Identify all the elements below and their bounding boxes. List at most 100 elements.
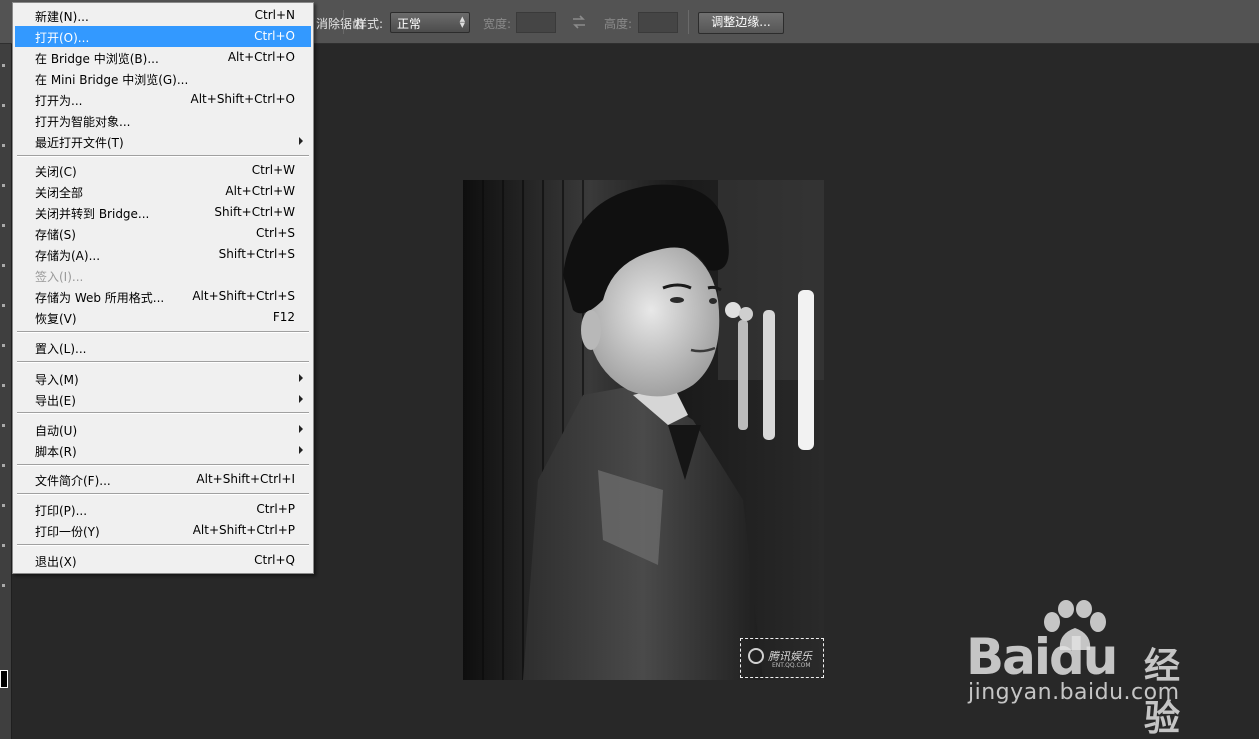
baidu-logo-right: du (1049, 628, 1118, 686)
tool-icon[interactable] (2, 184, 5, 187)
menu-separator (17, 155, 309, 157)
menu-item-save-for-web[interactable]: 存储为 Web 所用格式... Alt+Shift+Ctrl+S (15, 286, 311, 307)
menu-item-shortcut: Alt+Ctrl+W (225, 184, 295, 198)
tool-icon[interactable] (2, 504, 5, 507)
menu-separator (17, 544, 309, 546)
menu-item-new[interactable]: 新建(N)... Ctrl+N (15, 5, 311, 26)
menu-item-label: 在 Bridge 中浏览(B)... (35, 52, 159, 66)
menu-item-scripts[interactable]: 脚本(R) (15, 440, 311, 461)
submenu-arrow-icon (299, 395, 303, 403)
menu-item-shortcut: Alt+Shift+Ctrl+I (196, 472, 295, 486)
jingyan-url: jingyan.baidu.com (968, 680, 1180, 705)
menu-item-shortcut: Ctrl+Q (254, 553, 295, 567)
menu-item-save[interactable]: 存储(S) Ctrl+S (15, 223, 311, 244)
refine-edge-button[interactable]: 调整边缘... (698, 12, 784, 34)
menu-item-close[interactable]: 关闭(C) Ctrl+W (15, 160, 311, 181)
menu-item-place[interactable]: 置入(L)... (15, 337, 311, 358)
menu-item-recent-files[interactable]: 最近打开文件(T) (15, 131, 311, 152)
menu-item-open-smart-object[interactable]: 打开为智能对象... (15, 110, 311, 131)
menu-item-shortcut: Ctrl+W (251, 163, 295, 177)
menu-item-open[interactable]: 打开(O)... Ctrl+O (15, 26, 311, 47)
menu-item-label: 关闭并转到 Bridge... (35, 207, 150, 221)
menu-item-label: 自动(U) (35, 424, 78, 438)
menu-item-shortcut: Shift+Ctrl+S (218, 247, 295, 261)
menu-item-shortcut: Alt+Shift+Ctrl+S (192, 289, 295, 303)
tool-icon[interactable] (2, 344, 5, 347)
photo-watermark-url: ENT.QQ.COM (772, 662, 811, 669)
baidu-logo: Baidu (966, 628, 1118, 686)
tools-panel (0, 44, 12, 739)
tool-icon[interactable] (2, 224, 5, 227)
menu-item-shortcut: Ctrl+O (254, 29, 295, 43)
submenu-arrow-icon (299, 425, 303, 433)
menu-separator (17, 412, 309, 414)
tool-icon[interactable] (2, 544, 5, 547)
menu-item-label: 置入(L)... (35, 342, 87, 356)
menu-item-import[interactable]: 导入(M) (15, 368, 311, 389)
width-input[interactable] (516, 12, 556, 33)
menu-item-label: 签入(I)... (35, 270, 84, 284)
menu-item-browse-bridge[interactable]: 在 Bridge 中浏览(B)... Alt+Ctrl+O (15, 47, 311, 68)
menu-item-label: 最近打开文件(T) (35, 136, 124, 150)
tool-icon[interactable] (2, 304, 5, 307)
style-label: 样式: (355, 17, 384, 31)
menu-separator (17, 464, 309, 466)
document-photo[interactable] (463, 180, 824, 680)
menu-item-export[interactable]: 导出(E) (15, 389, 311, 410)
file-menu-dropdown: 新建(N)... Ctrl+N 打开(O)... Ctrl+O 在 Bridge… (12, 2, 314, 574)
tool-icon[interactable] (2, 584, 5, 587)
menu-item-label: 存储为(A)... (35, 249, 101, 263)
menu-item-shortcut: Alt+Shift+Ctrl+P (192, 523, 295, 537)
menu-item-check-in: 签入(I)... (15, 265, 311, 286)
select-arrows-icon: ▲ ▼ (459, 15, 465, 29)
menu-item-exit[interactable]: 退出(X) Ctrl+Q (15, 550, 311, 571)
menu-item-print[interactable]: 打印(P)... Ctrl+P (15, 499, 311, 520)
menu-item-file-info[interactable]: 文件简介(F)... Alt+Shift+Ctrl+I (15, 469, 311, 490)
tool-icon[interactable] (2, 424, 5, 427)
tool-icon[interactable] (2, 464, 5, 467)
tool-icon[interactable] (2, 64, 5, 67)
menu-item-label: 导出(E) (35, 394, 76, 408)
menu-item-label: 退出(X) (35, 555, 77, 569)
tool-icon[interactable] (2, 264, 5, 267)
swap-icon[interactable] (570, 13, 588, 31)
tool-icon[interactable] (2, 144, 5, 147)
menu-item-revert[interactable]: 恢复(V) F12 (15, 307, 311, 328)
menu-item-save-as[interactable]: 存储为(A)... Shift+Ctrl+S (15, 244, 311, 265)
menu-item-browse-mini-bridge[interactable]: 在 Mini Bridge 中浏览(G)... (15, 68, 311, 89)
width-label: 宽度: (483, 17, 512, 31)
style-select[interactable]: 正常 ▲ ▼ (390, 12, 470, 33)
baidu-logo-left: Bai (966, 628, 1051, 686)
options-divider (343, 10, 344, 34)
menu-item-label: 打印一份(Y) (35, 525, 100, 539)
submenu-arrow-icon (299, 374, 303, 382)
submenu-arrow-icon (299, 137, 303, 145)
menu-item-shortcut: Ctrl+P (256, 502, 295, 516)
menu-item-label: 导入(M) (35, 373, 79, 387)
menu-item-automate[interactable]: 自动(U) (15, 419, 311, 440)
tool-icon[interactable] (2, 384, 5, 387)
menu-item-close-go-bridge[interactable]: 关闭并转到 Bridge... Shift+Ctrl+W (15, 202, 311, 223)
menu-item-label: 打开为... (35, 94, 83, 108)
menu-item-shortcut: Alt+Ctrl+O (227, 50, 295, 64)
menu-separator (17, 493, 309, 495)
menu-item-label: 关闭全部 (35, 186, 84, 200)
menu-item-close-all[interactable]: 关闭全部 Alt+Ctrl+W (15, 181, 311, 202)
menu-item-label: 存储为 Web 所用格式... (35, 291, 165, 305)
menu-item-label: 文件简介(F)... (35, 474, 111, 488)
menu-item-shortcut: Shift+Ctrl+W (214, 205, 295, 219)
menu-item-print-one-copy[interactable]: 打印一份(Y) Alt+Shift+Ctrl+P (15, 520, 311, 541)
menu-item-label: 打印(P)... (35, 504, 88, 518)
menu-item-label: 存储(S) (35, 228, 76, 242)
menu-item-label: 打开(O)... (35, 31, 90, 45)
menu-item-shortcut: Ctrl+N (254, 8, 295, 22)
tool-icon[interactable] (2, 104, 5, 107)
foreground-color-swatch[interactable] (0, 670, 8, 688)
height-label: 高度: (604, 17, 633, 31)
menu-separator (17, 361, 309, 363)
submenu-arrow-icon (299, 446, 303, 454)
menu-item-open-as[interactable]: 打开为... Alt+Shift+Ctrl+O (15, 89, 311, 110)
height-input[interactable] (638, 12, 678, 33)
menu-item-label: 打开为智能对象... (35, 115, 131, 129)
menu-item-label: 新建(N)... (35, 10, 89, 24)
